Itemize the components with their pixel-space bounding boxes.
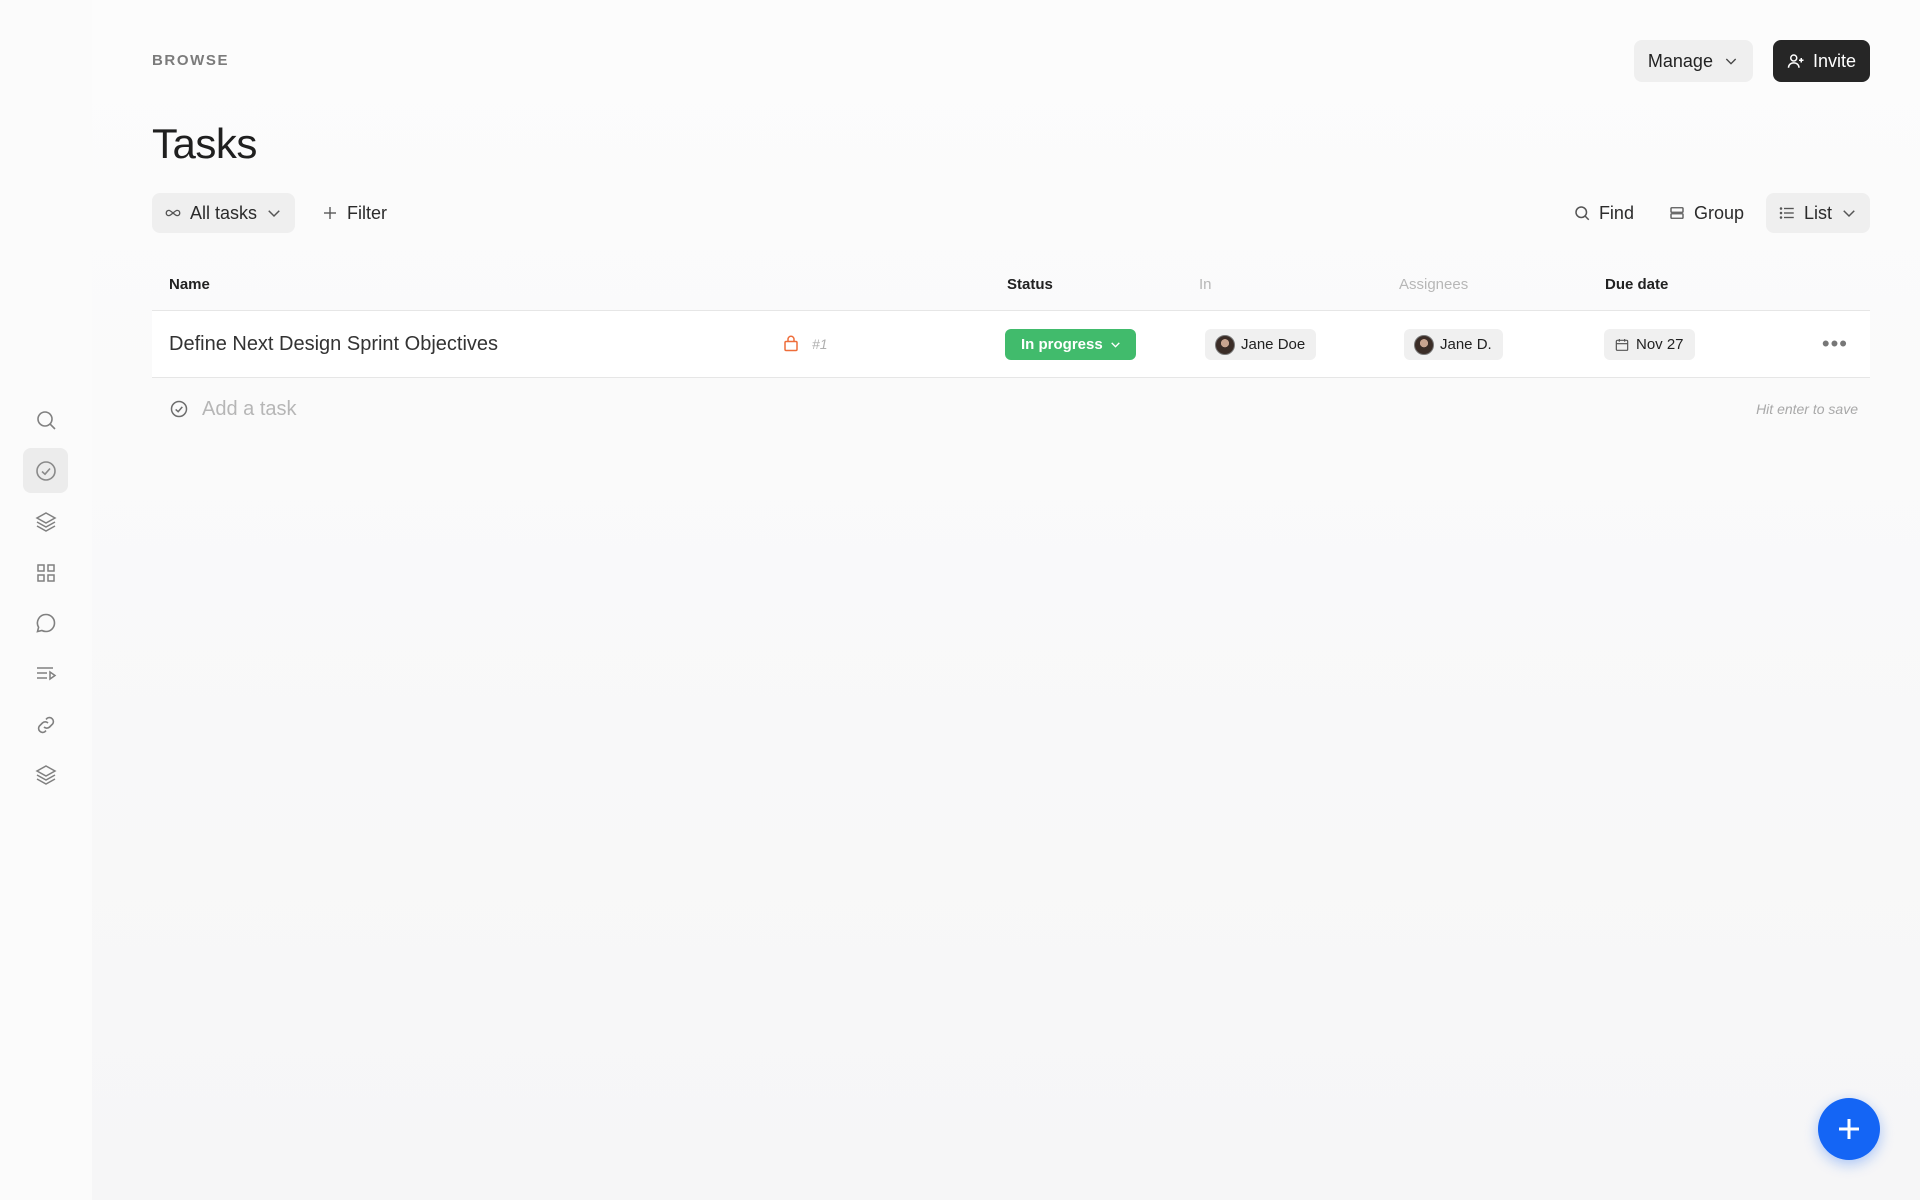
list-icon — [1779, 207, 1794, 219]
assignee-chip-label: Jane D. — [1440, 336, 1492, 353]
sidebar-item-layers[interactable] — [23, 499, 68, 544]
column-header-due-date[interactable]: Due date — [1605, 276, 1668, 293]
calendar-icon — [1615, 338, 1629, 351]
search-icon — [36, 410, 56, 430]
filter-button[interactable]: Filter — [309, 193, 399, 233]
table-header: Name Status In Assignees Due date — [152, 262, 1870, 311]
layout-selector-label: List — [1803, 202, 1832, 223]
invite-button[interactable]: Invite — [1772, 40, 1870, 82]
chevron-down-icon — [1110, 342, 1120, 348]
table-row[interactable]: Define Next Design Sprint Objectives #1 … — [152, 311, 1870, 378]
group-button[interactable]: Group — [1656, 193, 1756, 233]
plus-icon — [324, 207, 337, 219]
header-actions: Manage Invite — [1633, 40, 1870, 82]
group-button-label: Group — [1693, 202, 1744, 223]
link-icon — [37, 716, 54, 733]
sidebar-item-playlist[interactable] — [23, 651, 68, 696]
search-icon — [1575, 206, 1590, 221]
due-date-label: Nov 27 — [1636, 336, 1684, 353]
add-user-icon — [1787, 54, 1804, 68]
toolbar-right: Find Group List — [1561, 193, 1870, 233]
check-circle-icon — [170, 400, 188, 418]
sidebar-item-search[interactable] — [23, 397, 68, 442]
assignee-chip[interactable]: Jane D. — [1404, 329, 1503, 360]
chat-bubble-icon — [35, 613, 55, 633]
sidebar-item-stack[interactable] — [23, 752, 68, 797]
group-icon — [1670, 207, 1684, 219]
find-button-label: Find — [1598, 202, 1634, 223]
in-chip-label: Jane Doe — [1241, 336, 1306, 353]
lock-icon — [784, 335, 798, 352]
sidebar-item-tasks[interactable] — [23, 448, 68, 493]
avatar — [1414, 334, 1434, 355]
task-name[interactable]: Define Next Design Sprint Objectives — [169, 333, 498, 356]
column-header-assignees[interactable]: Assignees — [1399, 276, 1468, 293]
in-chip[interactable]: Jane Doe — [1205, 329, 1317, 360]
invite-button-label: Invite — [1812, 50, 1856, 71]
manage-button-label: Manage — [1647, 50, 1713, 71]
status-badge[interactable]: In progress — [1005, 329, 1136, 360]
layers-icon — [34, 511, 57, 532]
layers-icon — [34, 764, 57, 785]
add-task-input[interactable] — [202, 392, 1402, 426]
find-button[interactable]: Find — [1561, 193, 1646, 233]
breadcrumb[interactable]: BROWSE — [152, 52, 229, 69]
sidebar-item-messages[interactable] — [23, 600, 68, 645]
filter-button-label: Filter — [347, 202, 388, 223]
sidebar — [0, 0, 92, 1200]
avatar — [1215, 334, 1235, 355]
create-button[interactable] — [1818, 1098, 1880, 1160]
column-header-name[interactable]: Name — [169, 276, 210, 293]
column-header-status[interactable]: Status — [1007, 276, 1053, 293]
toolbar-left: All tasks Filter — [152, 193, 399, 233]
chevron-down-icon — [1725, 58, 1737, 65]
app-window: BROWSE Manage Invite Tasks All tasks Fil… — [0, 0, 1920, 1200]
task-number: #1 — [812, 336, 828, 352]
infinity-icon — [165, 209, 181, 217]
task-table: Name Status In Assignees Due date Define… — [152, 262, 1870, 440]
add-task-hint: Hit enter to save — [1756, 401, 1858, 417]
sidebar-item-links[interactable] — [23, 702, 68, 747]
view-selector-label: All tasks — [190, 202, 258, 223]
status-label: In progress — [1021, 336, 1103, 353]
view-selector[interactable]: All tasks — [152, 193, 296, 233]
more-options-icon[interactable]: ••• — [1822, 333, 1848, 355]
page-title: Tasks — [152, 120, 257, 167]
layout-selector[interactable]: List — [1765, 193, 1870, 233]
sidebar-item-apps[interactable] — [23, 550, 68, 595]
chevron-down-icon — [1843, 210, 1855, 218]
chevron-down-icon — [268, 210, 280, 218]
add-task-row: Hit enter to save — [152, 378, 1870, 440]
due-date-chip[interactable]: Nov 27 — [1604, 329, 1695, 360]
list-play-icon — [36, 666, 56, 680]
check-circle-icon — [35, 460, 56, 481]
column-header-in[interactable]: In — [1199, 276, 1212, 293]
grid-icon — [36, 563, 55, 582]
manage-button[interactable]: Manage — [1633, 40, 1753, 82]
plus-icon — [1839, 1119, 1859, 1139]
